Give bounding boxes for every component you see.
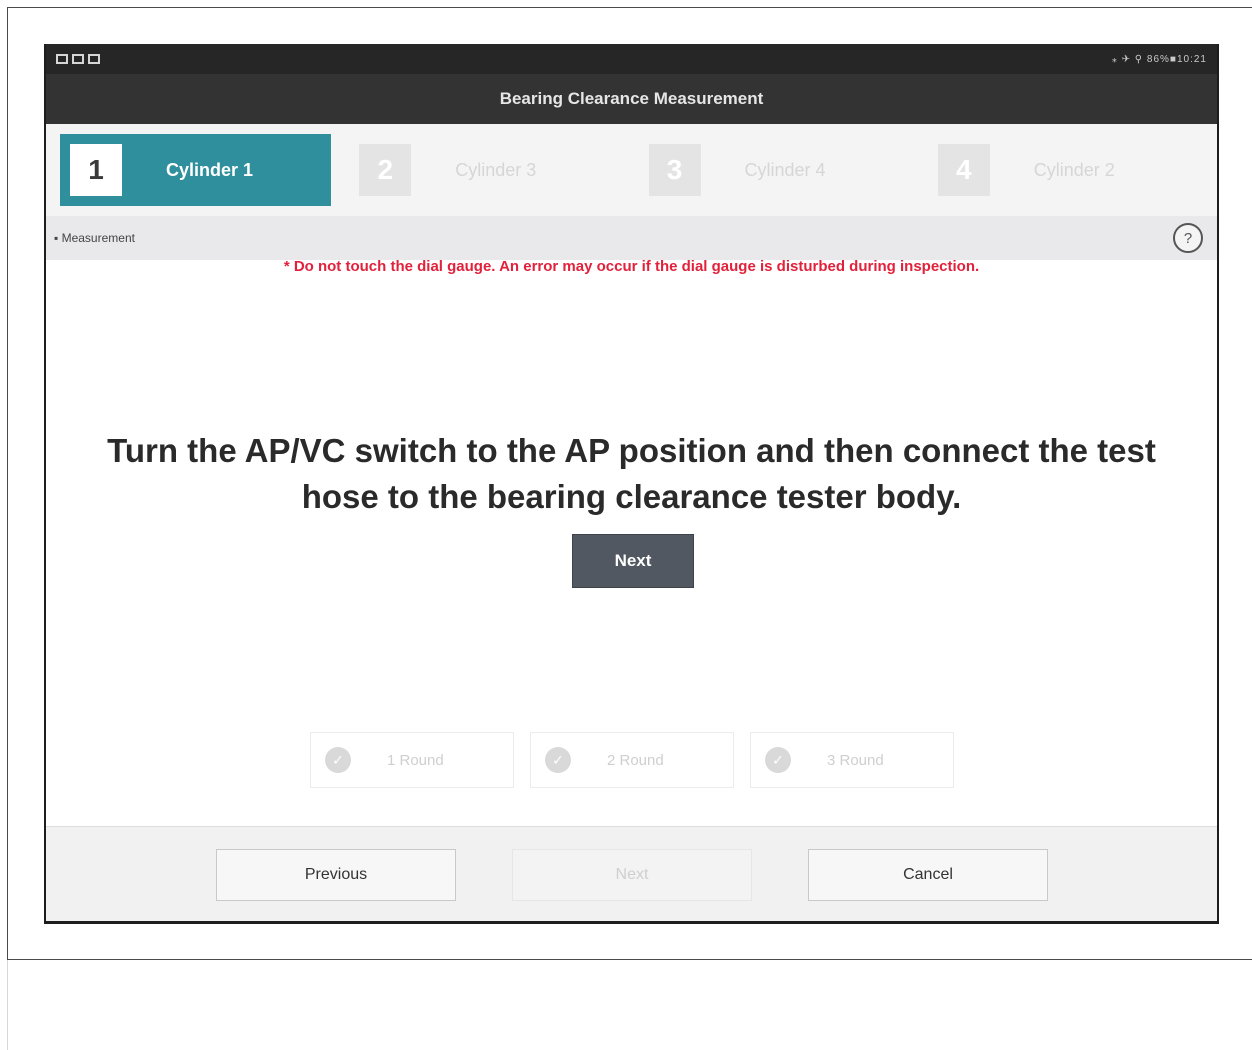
step-number: 3 <box>648 144 701 196</box>
check-icon: ✓ <box>765 747 791 773</box>
step-label: Cylinder 4 <box>744 159 826 180</box>
step-tabs: 1 Cylinder 1 2 Cylinder 3 3 Cylinder 4 4… <box>46 124 1217 216</box>
section-title: ▪ Measurement <box>54 231 135 245</box>
help-icon[interactable]: ? <box>1173 223 1203 253</box>
status-info: ⁎ ✈ ⚲ 86%■10:21 <box>1111 53 1207 65</box>
round-2: ✓ 2 Round <box>530 732 734 788</box>
step-label: Cylinder 2 <box>1033 159 1115 180</box>
frame-rule <box>7 960 8 1050</box>
step-cylinder-4[interactable]: 3 Cylinder 4 <box>639 134 910 206</box>
status-icons <box>56 54 100 64</box>
next-step-button[interactable]: Next <box>572 534 694 588</box>
section-header: ▪ Measurement ? <box>46 216 1217 260</box>
next-button-disabled[interactable]: Next <box>512 849 752 901</box>
round-label: 2 Round <box>607 751 664 769</box>
step-cylinder-3[interactable]: 2 Cylinder 3 <box>349 134 620 206</box>
instruction-line-1: Turn the AP/VC switch to the AP position… <box>107 432 1156 469</box>
step-cylinder-2[interactable]: 4 Cylinder 2 <box>928 134 1199 206</box>
round-label: 3 Round <box>827 751 884 769</box>
image-icon <box>88 54 100 64</box>
step-number: 1 <box>70 144 122 196</box>
check-icon: ✓ <box>545 747 571 773</box>
step-cylinder-1[interactable]: 1 Cylinder 1 <box>60 134 332 206</box>
instruction-text: Turn the AP/VC switch to the AP position… <box>46 428 1217 520</box>
step-label: Cylinder 3 <box>455 159 537 180</box>
step-number: 2 <box>359 144 412 196</box>
instruction-line-2: hose to the bearing clearance tester bod… <box>301 478 962 515</box>
round-1: ✓ 1 Round <box>310 732 514 788</box>
previous-button[interactable]: Previous <box>216 849 456 901</box>
sim-icon <box>72 54 84 64</box>
step-label: Cylinder 1 <box>166 159 254 180</box>
screen-icon <box>56 54 68 64</box>
cancel-button[interactable]: Cancel <box>808 849 1048 901</box>
status-bar: ⁎ ✈ ⚲ 86%■10:21 <box>46 44 1217 74</box>
round-label: 1 Round <box>387 751 444 769</box>
round-3: ✓ 3 Round <box>750 732 954 788</box>
warning-text: * Do not touch the dial gauge. An error … <box>283 258 980 275</box>
round-indicators: ✓ 1 Round ✓ 2 Round ✓ 3 Round <box>310 732 954 788</box>
app-title: Bearing Clearance Measurement <box>46 74 1217 124</box>
step-number: 4 <box>937 144 990 196</box>
footer-bar: Previous Next Cancel <box>46 826 1217 921</box>
check-icon: ✓ <box>325 747 351 773</box>
device-screen: ⁎ ✈ ⚲ 86%■10:21 Bearing Clearance Measur… <box>44 44 1219 924</box>
